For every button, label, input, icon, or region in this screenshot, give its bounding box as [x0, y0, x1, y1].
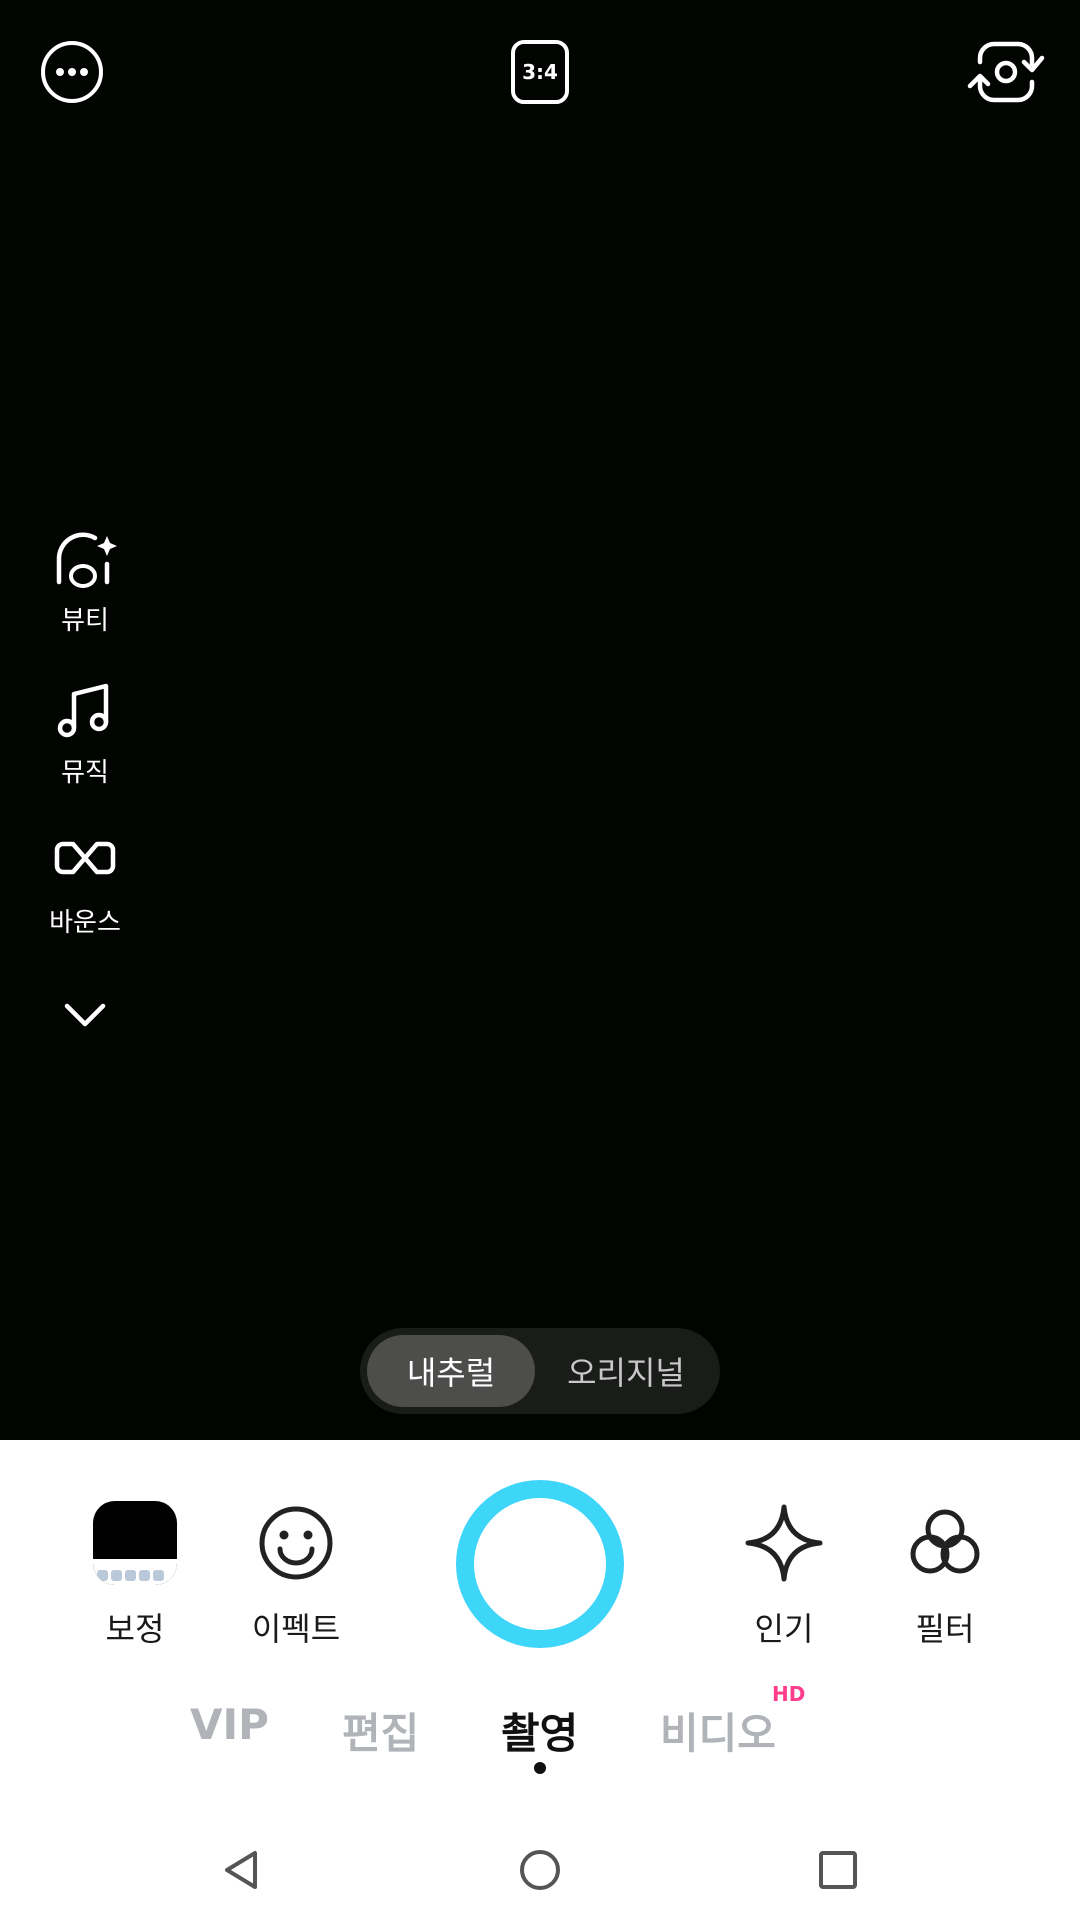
toggle-natural[interactable]: 내추럴: [367, 1335, 535, 1407]
side-expand-button[interactable]: [30, 980, 140, 1052]
toggle-original[interactable]: 오리지널: [538, 1335, 714, 1407]
nav-recent-button[interactable]: [788, 1820, 888, 1920]
nav-home-icon: [520, 1850, 560, 1890]
aspect-ratio-button[interactable]: 3:4: [508, 36, 572, 108]
music-label: 뮤직: [61, 758, 109, 788]
active-tab-indicator: [534, 1762, 546, 1774]
bounce-label: 바운스: [49, 908, 121, 938]
nav-back-button[interactable]: [192, 1820, 292, 1920]
nav-back-icon: [225, 1851, 257, 1889]
effect-label: 이펙트: [251, 1610, 341, 1648]
camera-viewfinder[interactable]: 3:4 뷰티 뮤직 바운스 내추럴 오리지널: [0, 0, 1080, 1440]
system-nav-bar: [0, 1820, 1080, 1920]
style-toggle: 내추럴 오리지널: [360, 1328, 720, 1414]
aspect-ratio-label: 3:4: [522, 60, 558, 84]
tab-shoot[interactable]: 촬영: [501, 1700, 578, 1761]
popular-label: 인기: [754, 1610, 814, 1648]
music-button[interactable]: 뮤직: [30, 672, 140, 789]
hd-badge: HD: [772, 1682, 806, 1706]
popular-button[interactable]: 인기: [719, 1500, 849, 1650]
smiley-icon: [253, 1500, 339, 1586]
gallery-thumbnail: [93, 1501, 177, 1585]
flip-camera-button[interactable]: [966, 34, 1046, 110]
sparkle-star-icon: [741, 1500, 827, 1586]
camera-flip-icon: [967, 41, 1045, 103]
nav-recent-icon: [819, 1851, 857, 1889]
tab-edit[interactable]: 편집: [342, 1700, 419, 1761]
filter-circles-icon: [902, 1500, 988, 1586]
beauty-button[interactable]: 뷰티: [30, 520, 140, 637]
music-note-icon: [49, 672, 121, 744]
bottom-panel: 보정 이펙트 인기 필터 VIP 편집 촬영 비디오 HD: [0, 1440, 1080, 1920]
filter-button[interactable]: 필터: [880, 1500, 1010, 1650]
nav-home-button[interactable]: [490, 1820, 590, 1920]
mode-tabs: VIP 편집 촬영 비디오 HD: [0, 1682, 1080, 1780]
more-options-button[interactable]: [36, 36, 108, 108]
beauty-face-sparkle-icon: [49, 520, 121, 592]
tab-vip[interactable]: VIP: [190, 1700, 269, 1749]
retouch-label: 보정: [105, 1610, 165, 1648]
chevron-down-icon: [49, 980, 121, 1052]
more-horizontal-icon: [41, 41, 103, 103]
retouch-button[interactable]: 보정: [70, 1500, 200, 1650]
effect-button[interactable]: 이펙트: [231, 1500, 361, 1650]
bounce-button[interactable]: 바운스: [30, 822, 140, 939]
shutter-button[interactable]: [456, 1480, 624, 1648]
filter-label: 필터: [915, 1610, 975, 1648]
bounce-loop-icon: [49, 822, 121, 894]
beauty-label: 뷰티: [61, 606, 109, 636]
tab-video[interactable]: 비디오: [660, 1700, 776, 1761]
